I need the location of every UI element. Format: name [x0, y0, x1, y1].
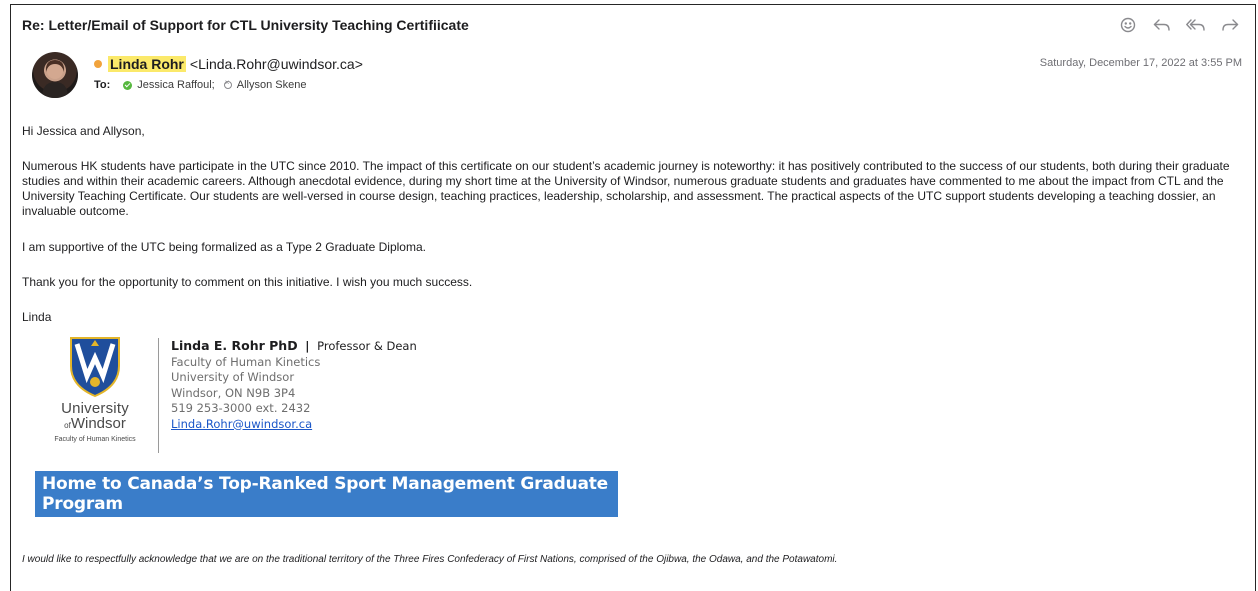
verified-check-icon: [123, 80, 133, 90]
windsor-shield-icon: [70, 337, 120, 398]
signature-university: University of Windsor: [171, 370, 295, 384]
university-logo: University ofWindsor Faculty of Human Ki…: [36, 336, 154, 456]
closing: Linda: [22, 310, 52, 324]
signature-block: Linda E. Rohr PhD | Professor & Dean Fac…: [171, 338, 417, 432]
signature-phone: 519 253-3000 ext. 2432: [171, 401, 311, 415]
reply-all-icon[interactable]: [1186, 15, 1206, 35]
body-paragraph-3: Thank you for the opportunity to comment…: [22, 275, 473, 289]
recipients-line: To: Jessica Raffoul; Allyson Skene: [94, 78, 307, 91]
land-acknowledgement: I would like to respectfully acknowledge…: [22, 554, 838, 565]
body-paragraph-2: I am supportive of the UTC being formali…: [22, 240, 426, 254]
sender-name[interactable]: Linda Rohr: [108, 56, 186, 72]
logo-faculty-text: Faculty of Human Kinetics: [54, 436, 136, 443]
sender-avatar: [32, 52, 78, 98]
signature-divider: [158, 338, 159, 453]
logo-windsor-text: Windsor: [70, 415, 126, 432]
signature-faculty: Faculty of Human Kinetics: [171, 354, 321, 369]
greeting: Hi Jessica and Allyson,: [22, 124, 145, 138]
email-date: Saturday, December 17, 2022 at 3:55 PM: [1039, 57, 1242, 69]
recipient-jessica[interactable]: Jessica Raffoul;: [137, 79, 214, 91]
email-toolbar: [1118, 15, 1240, 35]
logo-university-text: University: [61, 400, 129, 417]
forward-icon[interactable]: [1220, 15, 1240, 35]
body-paragraph-1: Numerous HK students have participate in…: [22, 159, 1230, 218]
to-label: To:: [94, 79, 111, 91]
reply-icon[interactable]: [1152, 15, 1172, 35]
email-subject: Re: Letter/Email of Support for CTL Univ…: [22, 17, 469, 33]
signature-email-link[interactable]: Linda.Rohr@uwindsor.ca: [171, 417, 417, 433]
smiley-icon[interactable]: [1118, 15, 1138, 35]
recipient-allyson[interactable]: Allyson Skene: [237, 79, 307, 91]
sender-email[interactable]: <Linda.Rohr@uwindsor.ca>: [190, 56, 363, 72]
signature-role: Professor & Dean: [317, 339, 417, 353]
signature-name: Linda E. Rohr PhD: [171, 338, 298, 353]
signature-address: Windsor, ON N9B 3P4: [171, 385, 296, 400]
status-dot-icon: [94, 60, 102, 68]
program-banner[interactable]: Home to Canada’s Top-Ranked Sport Manage…: [35, 471, 618, 517]
unverified-x-icon: [223, 78, 232, 89]
signature-separator: |: [305, 339, 310, 353]
sender-line: Linda Rohr <Linda.Rohr@uwindsor.ca>: [94, 56, 363, 72]
logo-of-text: of: [64, 421, 71, 430]
